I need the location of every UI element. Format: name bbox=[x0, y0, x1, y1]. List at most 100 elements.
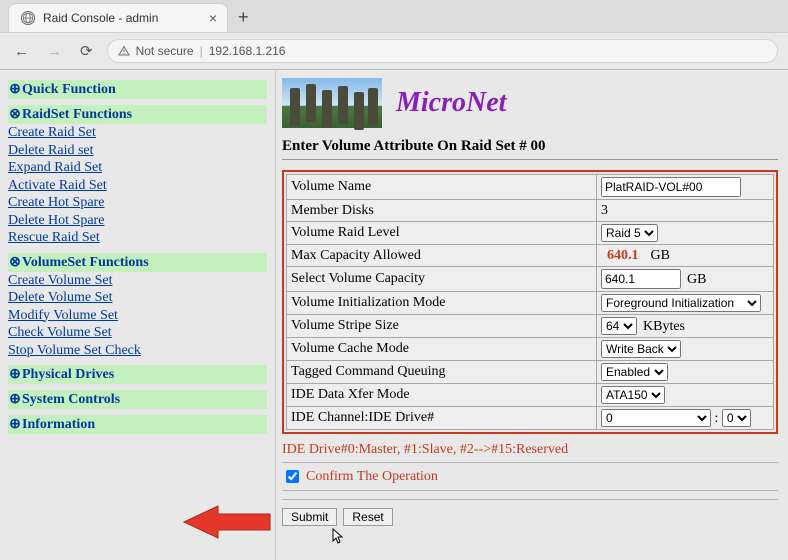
label-tcq: Tagged Command Queuing bbox=[287, 361, 597, 384]
label-stripe: Volume Stripe Size bbox=[287, 315, 597, 338]
brand-image bbox=[282, 78, 382, 128]
sidebar-link[interactable]: Create Volume Set bbox=[8, 272, 267, 290]
page-title: Enter Volume Attribute On Raid Set # 00 bbox=[282, 138, 778, 160]
confirm-checkbox[interactable] bbox=[286, 470, 299, 483]
row-cache: Volume Cache Mode Write Back bbox=[287, 338, 774, 361]
label-volume-name: Volume Name bbox=[287, 175, 597, 200]
button-row: Submit Reset bbox=[282, 508, 778, 526]
label-select-capacity: Select Volume Capacity bbox=[287, 267, 597, 292]
select-capacity-input[interactable] bbox=[601, 269, 681, 289]
sidebar-section-head[interactable]: ⊗VolumeSet Functions bbox=[8, 253, 267, 272]
cursor-icon bbox=[332, 528, 346, 549]
label-max-capacity: Max Capacity Allowed bbox=[287, 245, 597, 267]
label-cache: Volume Cache Mode bbox=[287, 338, 597, 361]
sidebar-section-title: Physical Drives bbox=[22, 367, 114, 382]
url-text: 192.168.1.216 bbox=[209, 44, 286, 58]
volume-name-input[interactable] bbox=[601, 177, 741, 197]
volume-attr-table: Volume Name Member Disks 3 Volume Raid L… bbox=[286, 174, 774, 430]
label-member-disks: Member Disks bbox=[287, 200, 597, 222]
sidebar-section-head[interactable]: ⊕Physical Drives bbox=[8, 365, 267, 384]
row-stripe: Volume Stripe Size 64KBytes bbox=[287, 315, 774, 338]
xfer-select[interactable]: ATA150 bbox=[601, 386, 665, 404]
label-init-mode: Volume Initialization Mode bbox=[287, 292, 597, 315]
new-tab-button[interactable]: + bbox=[232, 7, 255, 32]
unit-max-capacity: GB bbox=[645, 248, 670, 263]
app-body: ⊕Quick Function⊗RaidSet FunctionsCreate … bbox=[0, 70, 788, 560]
unit-stripe: KBytes bbox=[637, 319, 685, 334]
init-mode-select[interactable]: Foreground Initialization bbox=[601, 294, 761, 312]
value-max-capacity: 640.1 bbox=[601, 248, 645, 263]
unit-select-capacity: GB bbox=[681, 272, 706, 287]
row-xfer: IDE Data Xfer Mode ATA150 bbox=[287, 384, 774, 407]
back-button[interactable]: ← bbox=[10, 41, 33, 62]
brand-header: MicroNet bbox=[282, 78, 778, 128]
sidebar: ⊕Quick Function⊗RaidSet FunctionsCreate … bbox=[0, 70, 275, 560]
browser-chrome: Raid Console - admin × + ← → ⟳ Not secur… bbox=[0, 0, 788, 70]
tab-strip: Raid Console - admin × + bbox=[0, 0, 788, 32]
form-box: Volume Name Member Disks 3 Volume Raid L… bbox=[282, 170, 778, 434]
brand-title: MicroNet bbox=[396, 87, 506, 119]
ide-note: IDE Drive#0:Master, #1:Slave, #2-->#15:R… bbox=[282, 442, 778, 458]
separator: | bbox=[200, 44, 203, 58]
channel-sep: : bbox=[715, 411, 719, 426]
row-member-disks: Member Disks 3 bbox=[287, 200, 774, 222]
tab-title: Raid Console - admin bbox=[43, 11, 158, 25]
sidebar-link[interactable]: Rescue Raid Set bbox=[8, 229, 267, 247]
cache-select[interactable]: Write Back bbox=[601, 340, 681, 358]
label-channel: IDE Channel:IDE Drive# bbox=[287, 407, 597, 430]
row-init-mode: Volume Initialization Mode Foreground In… bbox=[287, 292, 774, 315]
submit-button[interactable]: Submit bbox=[282, 508, 337, 526]
sidebar-section-head[interactable]: ⊕Information bbox=[8, 415, 267, 434]
sidebar-section-title: Information bbox=[22, 417, 95, 432]
confirm-row: Confirm The Operation bbox=[282, 462, 778, 491]
sidebar-link[interactable]: Expand Raid Set bbox=[8, 159, 267, 177]
sidebar-section-head[interactable]: ⊕System Controls bbox=[8, 390, 267, 409]
sidebar-section-head[interactable]: ⊕Quick Function bbox=[8, 80, 267, 99]
row-select-capacity: Select Volume Capacity GB bbox=[287, 267, 774, 292]
sidebar-section-title: RaidSet Functions bbox=[22, 107, 132, 122]
collapse-icon: ⊗ bbox=[8, 106, 22, 123]
label-xfer: IDE Data Xfer Mode bbox=[287, 384, 597, 407]
sidebar-link[interactable]: Modify Volume Set bbox=[8, 307, 267, 325]
sidebar-link[interactable]: Stop Volume Set Check bbox=[8, 342, 267, 360]
label-raid-level: Volume Raid Level bbox=[287, 222, 597, 245]
sidebar-link[interactable]: Delete Volume Set bbox=[8, 289, 267, 307]
sidebar-link[interactable]: Check Volume Set bbox=[8, 324, 267, 342]
sidebar-section-title: System Controls bbox=[22, 392, 120, 407]
row-raid-level: Volume Raid Level Raid 5 bbox=[287, 222, 774, 245]
collapse-icon: ⊗ bbox=[8, 254, 22, 271]
stripe-select[interactable]: 64 bbox=[601, 317, 637, 335]
row-tcq: Tagged Command Queuing Enabled bbox=[287, 361, 774, 384]
address-bar: ← → ⟳ Not secure | 192.168.1.216 bbox=[0, 32, 788, 69]
channel-select[interactable]: 0 bbox=[601, 409, 711, 427]
sidebar-section-title: VolumeSet Functions bbox=[22, 255, 149, 270]
drive-select[interactable]: 0 bbox=[722, 409, 751, 427]
sidebar-link[interactable]: Delete Hot Spare bbox=[8, 212, 267, 230]
sidebar-link[interactable]: Delete Raid set bbox=[8, 142, 267, 160]
forward-button[interactable]: → bbox=[43, 41, 66, 62]
close-icon[interactable]: × bbox=[209, 10, 217, 26]
sidebar-link[interactable]: Create Hot Spare bbox=[8, 194, 267, 212]
row-volume-name: Volume Name bbox=[287, 175, 774, 200]
sidebar-link[interactable]: Create Raid Set bbox=[8, 124, 267, 142]
not-secure-icon bbox=[118, 45, 130, 57]
sidebar-link[interactable]: Activate Raid Set bbox=[8, 177, 267, 195]
expand-icon: ⊕ bbox=[8, 81, 22, 98]
main-content: MicroNet Enter Volume Attribute On Raid … bbox=[275, 70, 788, 560]
expand-icon: ⊕ bbox=[8, 366, 22, 383]
value-member-disks: 3 bbox=[597, 200, 774, 222]
address-field[interactable]: Not secure | 192.168.1.216 bbox=[107, 39, 778, 63]
raid-level-select[interactable]: Raid 5 bbox=[601, 224, 658, 242]
sidebar-section-title: Quick Function bbox=[22, 82, 116, 97]
sidebar-section-head[interactable]: ⊗RaidSet Functions bbox=[8, 105, 267, 124]
divider bbox=[282, 499, 778, 500]
not-secure-label: Not secure bbox=[136, 44, 194, 58]
reset-button[interactable]: Reset bbox=[343, 508, 392, 526]
reload-button[interactable]: ⟳ bbox=[76, 40, 97, 62]
browser-tab[interactable]: Raid Console - admin × bbox=[8, 3, 228, 32]
row-channel: IDE Channel:IDE Drive# 0 : 0 bbox=[287, 407, 774, 430]
tcq-select[interactable]: Enabled bbox=[601, 363, 668, 381]
arrow-icon bbox=[182, 502, 272, 542]
expand-icon: ⊕ bbox=[8, 416, 22, 433]
globe-icon bbox=[21, 11, 35, 25]
